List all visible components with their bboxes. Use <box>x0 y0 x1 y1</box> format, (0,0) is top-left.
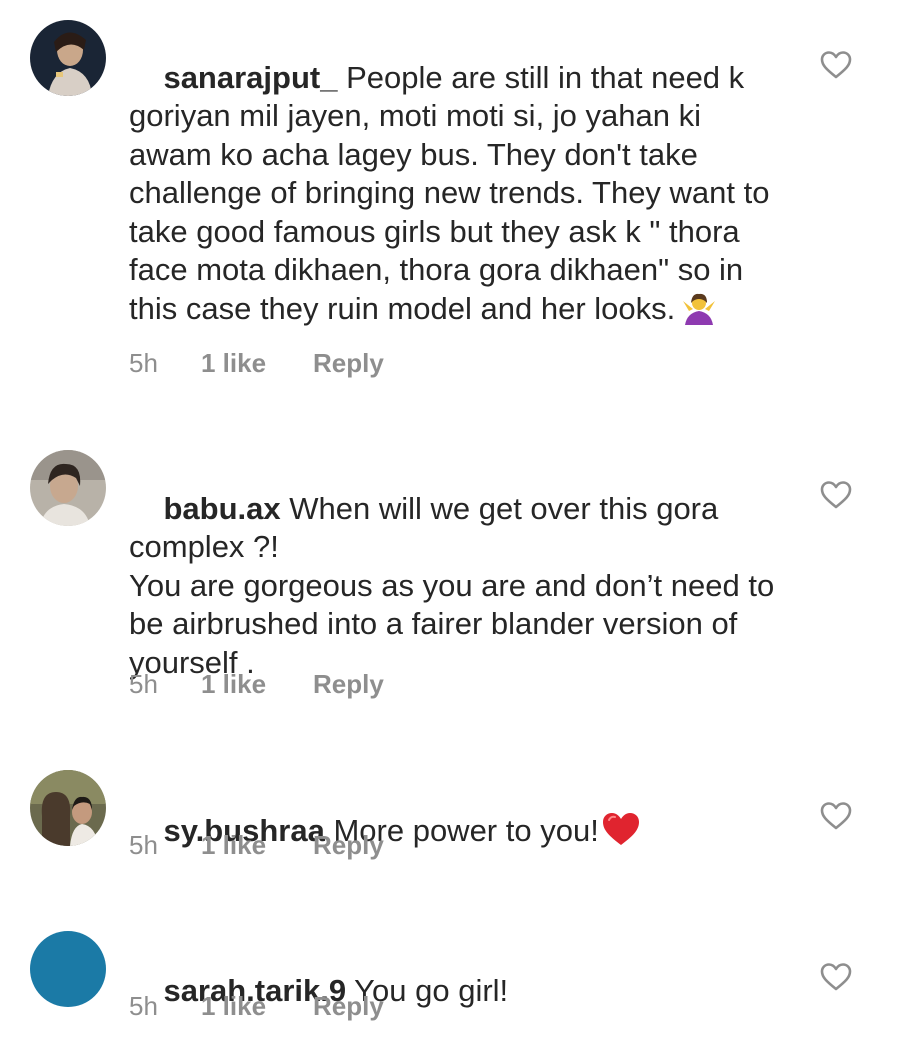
reply-button[interactable]: Reply <box>313 991 384 1022</box>
comment-username[interactable]: babu.ax <box>163 491 280 526</box>
comment-meta: 5h 1 like Reply <box>129 830 384 861</box>
comment-meta: 5h 1 like Reply <box>129 348 384 379</box>
avatar[interactable] <box>30 450 106 526</box>
like-heart-icon[interactable] <box>820 50 852 80</box>
reply-button[interactable]: Reply <box>313 348 384 379</box>
comment-time: 5h <box>129 830 158 860</box>
red-heart-icon <box>601 811 641 857</box>
comment-likes[interactable]: 1 like <box>201 830 313 861</box>
like-heart-icon[interactable] <box>820 801 852 831</box>
comment-meta: 5h 1 like Reply <box>129 669 384 700</box>
like-heart-icon[interactable] <box>820 962 852 992</box>
comment-time: 5h <box>129 991 158 1021</box>
comment-likes[interactable]: 1 like <box>201 348 313 379</box>
comment-likes[interactable]: 1 like <box>201 669 313 700</box>
comment-body: People are still in that need k goriyan … <box>129 59 779 326</box>
reply-button[interactable]: Reply <box>313 830 384 861</box>
like-heart-icon[interactable] <box>820 480 852 510</box>
comment-text: sanarajput_ People are still in that nee… <box>129 20 789 373</box>
comment-likes[interactable]: 1 like <box>201 991 313 1022</box>
avatar[interactable] <box>30 770 106 846</box>
comment-meta: 5h 1 like Reply <box>129 991 384 1022</box>
avatar[interactable] <box>30 20 106 96</box>
comment-time: 5h <box>129 348 158 378</box>
avatar[interactable] <box>30 931 106 1007</box>
reply-button[interactable]: Reply <box>313 669 384 700</box>
comment-username[interactable]: sanarajput_ <box>163 60 337 95</box>
person-shrugging-icon <box>681 291 717 335</box>
comment-time: 5h <box>129 669 158 699</box>
